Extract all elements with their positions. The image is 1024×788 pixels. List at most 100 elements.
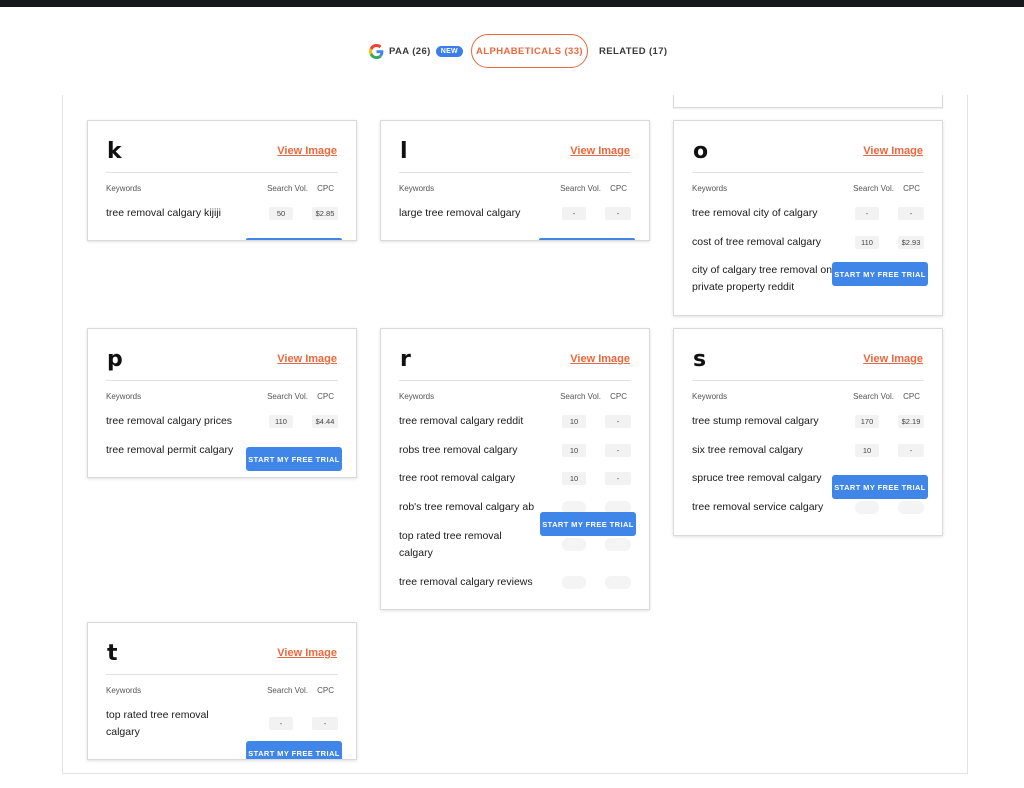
cpc-value: $2.85 [312, 207, 338, 220]
col-cpc: CPC [903, 392, 920, 401]
card-header: t View Image [106, 623, 338, 675]
card-letter: p [107, 347, 123, 372]
view-image-link[interactable]: View Image [277, 647, 337, 659]
cpc-value [605, 576, 631, 589]
keyword-text[interactable]: tree removal service calgary [692, 499, 852, 516]
cta-button-partial[interactable] [539, 238, 635, 240]
tab-related-label: RELATED (17) [599, 45, 668, 57]
search-vol-value: 10 [562, 444, 586, 457]
tab-alphabeticals-label: ALPHABETICALS (33) [476, 45, 583, 57]
tab-related[interactable]: RELATED (17) [599, 34, 668, 68]
keyword-text[interactable]: cost of tree removal calgary [692, 234, 852, 251]
search-vol-value [855, 501, 879, 514]
cpc-value: - [605, 472, 631, 485]
search-vol-value [562, 538, 586, 551]
cpc-value [898, 501, 924, 514]
search-vol-value: - [269, 717, 293, 730]
start-free-trial-button[interactable]: START MY FREE TRIAL [246, 447, 342, 471]
col-keywords: Keywords [106, 686, 142, 695]
tab-alphabeticals[interactable]: ALPHABETICALS (33) [471, 34, 588, 68]
card-header: o View Image [692, 121, 924, 173]
card-o: o View Image Keywords Search Vol. CPC tr… [673, 120, 943, 316]
card-letter: t [107, 641, 118, 666]
view-image-link[interactable]: View Image [570, 145, 630, 157]
top-bar [0, 0, 1024, 7]
keyword-text[interactable]: robs tree removal calgary [399, 442, 559, 459]
card-header: p View Image [106, 329, 338, 381]
cpc-value: - [605, 444, 631, 457]
col-cpc: CPC [610, 184, 627, 193]
start-free-trial-button[interactable]: START MY FREE TRIAL [540, 512, 636, 536]
col-cpc: CPC [317, 392, 334, 401]
col-keywords: Keywords [106, 392, 142, 401]
view-image-link[interactable]: View Image [863, 145, 923, 157]
col-search-vol: Search Vol. [853, 184, 894, 193]
tab-paa-label: PAA (26) [389, 45, 431, 57]
search-vol-value: 50 [269, 207, 293, 220]
card-partial-above [673, 95, 943, 108]
col-search-vol: Search Vol. [267, 184, 308, 193]
card-header: l View Image [399, 121, 631, 173]
search-vol-value: - [855, 207, 879, 220]
card-letter: l [400, 139, 408, 164]
col-cpc: CPC [317, 686, 334, 695]
keyword-text[interactable]: rob's tree removal calgary ab [399, 499, 549, 516]
keyword-text[interactable]: city of calgary tree removal on private … [692, 262, 852, 296]
keyword-text[interactable]: tree removal city of calgary [692, 205, 852, 222]
col-keywords: Keywords [692, 392, 728, 401]
col-search-vol: Search Vol. [560, 184, 601, 193]
search-vol-value: 170 [855, 415, 879, 428]
col-keywords: Keywords [106, 184, 142, 193]
search-vol-value: 10 [562, 415, 586, 428]
keyword-text[interactable]: tree root removal calgary [399, 470, 559, 487]
search-vol-value: 10 [562, 472, 586, 485]
cpc-value: $4.44 [312, 415, 338, 428]
cpc-value: $2.93 [898, 236, 924, 249]
keyword-text[interactable]: top rated tree removal calgary [399, 528, 519, 562]
google-icon [369, 43, 384, 59]
tab-bar: PAA (26) NEW ALPHABETICALS (33) RELATED … [0, 34, 1024, 68]
view-image-link[interactable]: View Image [277, 353, 337, 365]
view-image-link[interactable]: View Image [277, 145, 337, 157]
keyword-text[interactable]: tree removal calgary reddit [399, 413, 559, 430]
keyword-text[interactable]: six tree removal calgary [692, 442, 852, 459]
card-header: s View Image [692, 329, 924, 381]
view-image-link[interactable]: View Image [570, 353, 630, 365]
keyword-text[interactable]: tree removal calgary prices [106, 413, 266, 430]
col-search-vol: Search Vol. [853, 392, 894, 401]
cpc-value: - [898, 207, 924, 220]
keyword-text[interactable]: tree removal permit calgary [106, 442, 266, 459]
card-header: k View Image [106, 121, 338, 173]
keyword-text[interactable]: large tree removal calgary [399, 205, 559, 222]
card-l: l View Image Keywords Search Vol. CPC la… [380, 120, 650, 241]
search-vol-value: 110 [855, 236, 879, 249]
start-free-trial-button[interactable]: START MY FREE TRIAL [832, 475, 928, 499]
cpc-value: - [605, 415, 631, 428]
search-vol-value: 110 [269, 415, 293, 428]
card-k: k View Image Keywords Search Vol. CPC tr… [87, 120, 357, 241]
card-letter: k [107, 139, 122, 164]
search-vol-value: - [562, 207, 586, 220]
keyword-text[interactable]: tree stump removal calgary [692, 413, 852, 430]
new-badge: NEW [435, 45, 463, 57]
card-r: r View Image Keywords Search Vol. CPC tr… [380, 328, 650, 610]
card-letter: r [400, 347, 411, 372]
keyword-text[interactable]: tree removal calgary kijiji [106, 205, 266, 222]
search-vol-value: 10 [855, 444, 879, 457]
start-free-trial-button[interactable]: START MY FREE TRIAL [832, 262, 928, 286]
col-search-vol: Search Vol. [560, 392, 601, 401]
view-image-link[interactable]: View Image [863, 353, 923, 365]
col-cpc: CPC [317, 184, 334, 193]
tab-paa[interactable]: PAA (26) NEW [369, 34, 463, 68]
keyword-text[interactable]: tree removal calgary reviews [399, 574, 559, 591]
cta-button-partial[interactable] [246, 238, 342, 240]
cpc-value: $2.19 [898, 415, 924, 428]
cpc-value: - [312, 717, 338, 730]
keyword-text[interactable]: spruce tree removal calgary [692, 470, 852, 487]
keyword-text[interactable]: top rated tree removal calgary [106, 707, 226, 741]
cpc-value: - [605, 207, 631, 220]
col-cpc: CPC [610, 392, 627, 401]
col-search-vol: Search Vol. [267, 686, 308, 695]
card-header: r View Image [399, 329, 631, 381]
start-free-trial-button[interactable]: START MY FREE TRIAL [246, 741, 342, 759]
